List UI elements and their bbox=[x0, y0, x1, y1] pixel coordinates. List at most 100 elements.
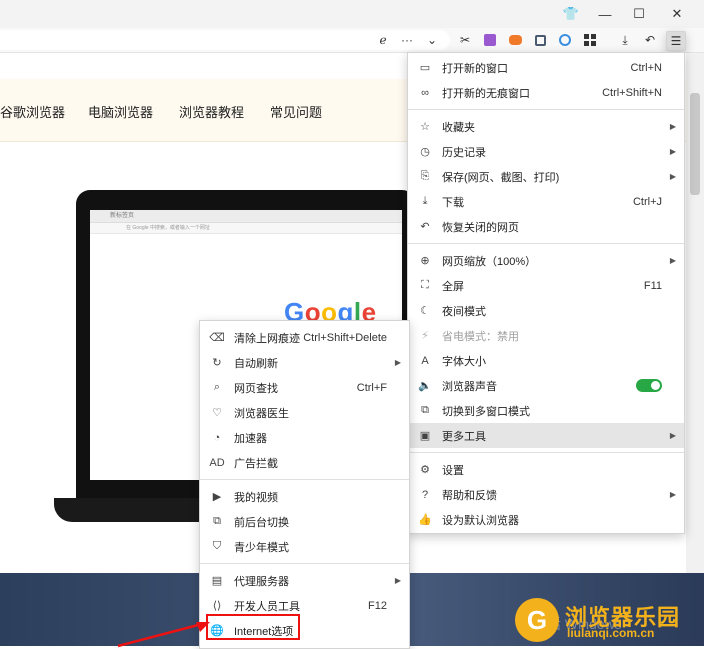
help-icon: ? bbox=[421, 488, 429, 501]
more-actions-button[interactable]: ··· bbox=[398, 31, 416, 49]
close-icon: ✕ bbox=[671, 6, 683, 21]
address-dropdown-button[interactable]: ⌄ bbox=[423, 31, 441, 49]
submenu-item[interactable]: AD 广告拦截 bbox=[200, 450, 409, 475]
close-button[interactable]: ✕ bbox=[660, 0, 694, 28]
shirt-icon: 👕 bbox=[562, 6, 580, 21]
highlight-box bbox=[206, 614, 300, 640]
nav-link-tutorials[interactable]: 浏览器教程 bbox=[179, 102, 244, 121]
gamepad-icon bbox=[508, 35, 522, 45]
main-menu-item-label: 下载 bbox=[442, 196, 464, 209]
power-save-icon: ⚡ bbox=[421, 330, 429, 342]
nav-link-pc-browser[interactable]: 电脑浏览器 bbox=[88, 102, 153, 121]
main-menu-item[interactable]: ⊕ 网页缩放（100%） ▶ bbox=[408, 248, 684, 273]
window-titlebar: 👕 — ☐ ✕ bbox=[0, 0, 704, 28]
nav-link-faq[interactable]: 常见问题 bbox=[270, 102, 322, 121]
shortcut-hint: Ctrl+Shift+N bbox=[602, 86, 662, 99]
extension-blue-button[interactable] bbox=[556, 31, 574, 49]
downloads-button[interactable]: ⤓ bbox=[616, 31, 634, 49]
submenu-item[interactable]: ⌫ 清除上网痕迹 Ctrl+Shift+Delete bbox=[200, 325, 409, 350]
submenu-item-label: 前后台切换 bbox=[234, 516, 289, 529]
brand-url: liulanqi.com.cn bbox=[567, 626, 655, 640]
submenu-item[interactable]: ♡ 浏览器医生 bbox=[200, 400, 409, 425]
main-menu-item[interactable]: A 字体大小 bbox=[408, 348, 684, 373]
scissors-icon: ✂ bbox=[459, 33, 471, 47]
menu-separator bbox=[408, 243, 684, 244]
blue-circle-icon bbox=[559, 34, 571, 46]
shortcut-hint: Ctrl+F bbox=[356, 381, 387, 394]
laptop-address-bar: 在 Google 中搜索，或者输入一个网址 bbox=[90, 223, 402, 234]
minimize-button[interactable]: — bbox=[588, 0, 622, 28]
main-menu-item-label: 打开新的窗口 bbox=[442, 62, 508, 75]
apps-grid-button[interactable] bbox=[581, 31, 599, 49]
thumbs-up-icon: 👍 bbox=[418, 514, 432, 526]
main-menu-item[interactable]: ◷ 历史记录 ▶ bbox=[408, 139, 684, 164]
incognito-icon: ∞ bbox=[421, 86, 429, 99]
nav-link-chrome[interactable]: 谷歌浏览器 bbox=[0, 102, 65, 121]
skin-button[interactable]: 👕 bbox=[554, 0, 588, 28]
main-menu-item-label: 网页缩放（100%） bbox=[442, 255, 537, 268]
main-menu-item[interactable]: ∞ 打开新的无痕窗口 Ctrl+Shift+N bbox=[408, 80, 684, 105]
save-icon: ⎘ bbox=[420, 170, 430, 182]
video-icon: ▶ bbox=[212, 491, 222, 503]
toolbox-icon: ▣ bbox=[419, 430, 431, 442]
scrollbar-thumb[interactable] bbox=[690, 93, 700, 195]
main-menu-item-label: 打开新的无痕窗口 bbox=[442, 87, 530, 100]
extension-purple-button[interactable] bbox=[481, 31, 499, 49]
ie-compat-button[interactable]: ℯ bbox=[374, 31, 392, 49]
ad-block-icon: AD bbox=[209, 456, 225, 469]
laptop-tab-title: 新标签页 bbox=[110, 213, 135, 219]
extension-reader-button[interactable] bbox=[531, 31, 549, 49]
main-menu-item[interactable]: ⚙ 设置 bbox=[408, 457, 684, 482]
history-clock-icon: ◷ bbox=[420, 146, 430, 158]
menu-separator bbox=[408, 109, 684, 110]
sound-toggle[interactable] bbox=[636, 379, 662, 392]
main-menu-item-label: 保存(网页、截图、打印) bbox=[442, 171, 560, 184]
more-dots-icon: ··· bbox=[401, 33, 413, 47]
undo-close-button[interactable]: ↶ bbox=[641, 31, 659, 49]
brand-g-icon: G bbox=[515, 598, 559, 642]
main-menu-item-label: 夜间模式 bbox=[442, 305, 486, 318]
main-menu-item[interactable]: ☆ 收藏夹 ▶ bbox=[408, 114, 684, 139]
main-menu: ▭ 打开新的窗口 Ctrl+N ∞ 打开新的无痕窗口 Ctrl+Shift+N ☆ 收藏夹 ▶ ◷… bbox=[407, 52, 685, 534]
main-menu-item[interactable]: ↶ 恢复关闭的网页 bbox=[408, 214, 684, 239]
submenu-item[interactable]: ⛉ 青少年模式 bbox=[200, 534, 409, 559]
main-menu-item-label: 更多工具 bbox=[442, 430, 486, 443]
submenu-item-label: 青少年模式 bbox=[234, 541, 289, 554]
submenu-item[interactable]: ⌕ 网页查找 Ctrl+F bbox=[200, 375, 409, 400]
minimize-icon: — bbox=[598, 6, 612, 22]
main-menu-item[interactable]: ☾ 夜间模式 bbox=[408, 298, 684, 323]
main-menu-item[interactable]: ⎘ 保存(网页、截图、打印) ▶ bbox=[408, 164, 684, 189]
main-menu-item[interactable]: ▣ 更多工具 ▶ bbox=[408, 423, 684, 448]
main-menu-button[interactable]: ☰ bbox=[666, 31, 686, 51]
main-menu-item[interactable]: ▭ 打开新的窗口 Ctrl+N bbox=[408, 55, 684, 80]
main-menu-item-label: 全屏 bbox=[442, 280, 464, 293]
menu-separator bbox=[200, 479, 409, 480]
screenshot-button[interactable]: ✂ bbox=[456, 31, 474, 49]
fullscreen-icon: ⛶ bbox=[421, 279, 429, 291]
main-menu-item-label: 历史记录 bbox=[442, 146, 486, 159]
main-menu-item[interactable]: ⤓ 下载 Ctrl+J bbox=[408, 189, 684, 214]
main-menu-item-label: 设为默认浏览器 bbox=[442, 514, 519, 527]
main-menu-item[interactable]: 👍 设为默认浏览器 bbox=[408, 507, 684, 532]
main-menu-item[interactable]: ⧉ 切换到多窗口模式 bbox=[408, 398, 684, 423]
zoom-icon: ⊕ bbox=[420, 255, 430, 267]
submenu-item[interactable]: ◔ 加速器 bbox=[200, 425, 409, 450]
submenu-item-label: 开发人员工具 bbox=[234, 600, 300, 613]
speaker-icon: 🔈 bbox=[418, 380, 432, 392]
submenu-item[interactable]: ▶ 我的视频 bbox=[200, 484, 409, 509]
broom-icon: ⌫ bbox=[209, 332, 225, 344]
site-brand-logo: G 浏览器乐园 liulanqi.com.cn bbox=[515, 598, 693, 644]
find-icon: ⌕ bbox=[213, 381, 221, 393]
submenu-item[interactable]: ⧉ 前后台切换 bbox=[200, 509, 409, 534]
submenu-arrow-icon: ▶ bbox=[669, 172, 676, 181]
main-menu-item[interactable]: ? 帮助和反馈 ▶ bbox=[408, 482, 684, 507]
main-menu-item[interactable]: 🔈 浏览器声音 bbox=[408, 373, 684, 398]
laptop-address-text: 在 Google 中搜索，或者输入一个网址 bbox=[126, 225, 210, 231]
submenu-item[interactable]: ▤ 代理服务器 ▶ bbox=[200, 568, 409, 593]
submenu-item[interactable]: ↻ 自动刷新 ▶ bbox=[200, 350, 409, 375]
extension-game-button[interactable] bbox=[506, 31, 524, 49]
main-menu-item[interactable]: ⛶ 全屏 F11 bbox=[408, 273, 684, 298]
menu-separator bbox=[408, 452, 684, 453]
maximize-button[interactable]: ☐ bbox=[622, 0, 656, 28]
page-scrollbar[interactable] bbox=[686, 53, 704, 573]
